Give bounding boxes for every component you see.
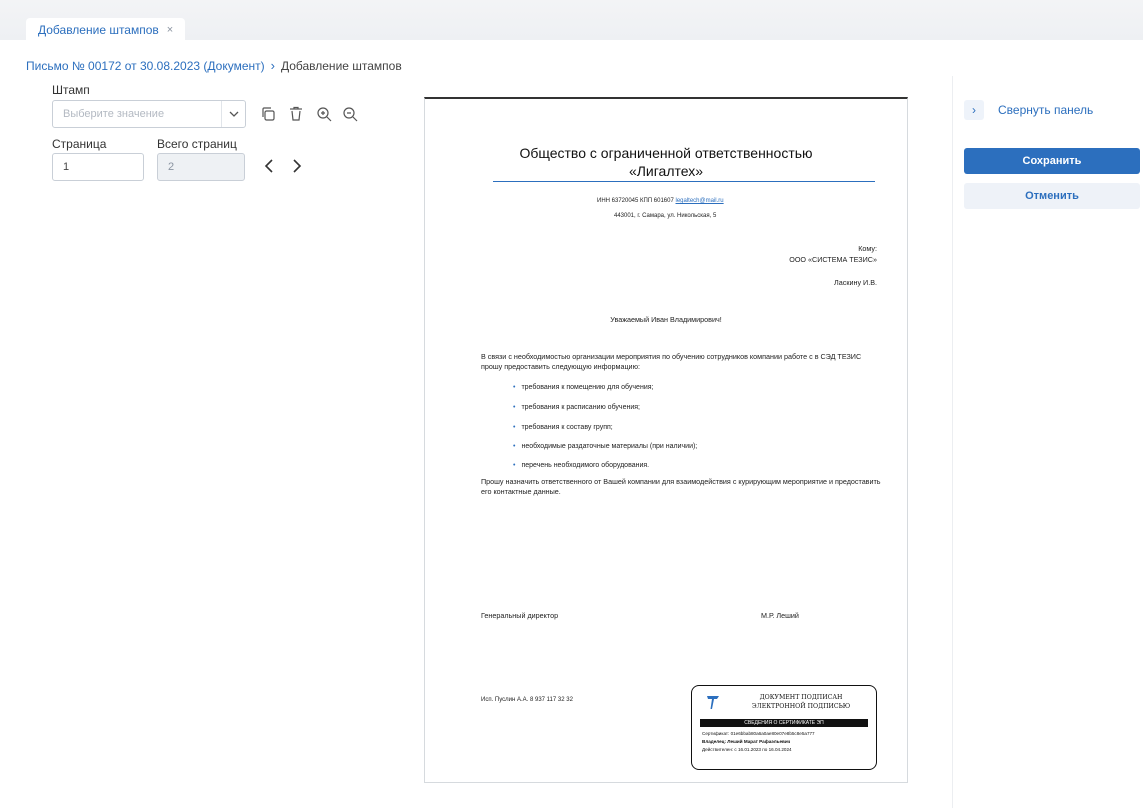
doc-title-line2: «Лигалтех»: [628, 163, 704, 179]
breadcrumb: Письмо № 00172 от 30.08.2023 (Документ) …: [26, 58, 402, 73]
stamp-owner: Владелец: Леший Марат Рафаэльевич: [702, 739, 791, 744]
stamp-certificate: Сертификат: 01e6bbab80a6a0ae80e07e8b5c8e…: [702, 731, 815, 736]
doc-to-person: Ласкину И.В.: [834, 278, 877, 287]
doc-signer: М.Р. Леший: [761, 611, 799, 620]
list-item: • требования к составу групп;: [513, 424, 613, 431]
list-item: • требования к помещению для обучения;: [513, 384, 654, 391]
doc-intro: В связи с необходимостью организации мер…: [481, 352, 862, 371]
doc-requisites: ИНН 63720045 КПП 601607 legaltech@mail.r…: [597, 198, 724, 204]
doc-position: Генеральный директор: [481, 611, 559, 620]
chevron-down-icon[interactable]: [221, 101, 245, 127]
stamp-field-label: Штамп: [52, 83, 90, 97]
cancel-button[interactable]: Отменить: [964, 183, 1140, 209]
document-preview[interactable]: Общество с ограниченной ответственностью…: [424, 97, 908, 783]
list-item-text: перечень необходимого оборудования.: [521, 462, 650, 469]
chevron-right-icon: ›: [964, 100, 984, 120]
stamp-title-line1: ДОКУМЕНТ ПОДПИСАН: [759, 694, 843, 701]
breadcrumb-current: Добавление штампов: [280, 58, 402, 73]
list-item: • требования к расписанию обучения;: [513, 404, 640, 411]
signature-stamp[interactable]: ДОКУМЕНТ ПОДПИСАН ЭЛЕКТРОННОЙ ПОДПИСЬЮ С…: [691, 685, 877, 770]
tab-label: Добавление штампов: [38, 23, 159, 37]
page-input[interactable]: 1: [52, 153, 144, 181]
doc-greeting: Уважаемый Иван Владимирович!: [610, 315, 722, 324]
chevron-left-icon[interactable]: [259, 154, 279, 178]
total-pages-field: 2: [157, 153, 245, 181]
zoom-in-icon[interactable]: [314, 104, 334, 124]
doc-to-org: ООО «СИСТЕМА ТЕЗИС»: [789, 255, 877, 264]
trash-icon[interactable]: [286, 104, 306, 124]
list-item: • необходимые раздаточные материалы (при …: [513, 443, 698, 450]
stamp-select-placeholder: Выберите значение: [63, 108, 165, 120]
chevron-right-icon: ›: [270, 58, 275, 73]
doc-executor: Исп. Пуслин А.А. 8 937 117 32 32: [481, 697, 573, 703]
doc-request: Прошу назначить ответственного от Вашей …: [481, 477, 881, 496]
zoom-out-icon[interactable]: [340, 104, 360, 124]
list-item-text: необходимые раздаточные материалы (при н…: [521, 443, 698, 450]
stamp-validity: Действителен: с 16.01.2023 по 16.04.2024: [702, 747, 792, 752]
copy-icon[interactable]: [258, 104, 278, 124]
tab-bar: Добавление штампов ×: [0, 0, 1143, 42]
doc-email-link[interactable]: legaltech@mail.ru: [676, 198, 724, 204]
list-item-text: требования к помещению для обучения;: [521, 384, 654, 391]
doc-address: 443001, г. Самара, ул. Никольская, 5: [614, 213, 717, 219]
stamp-title: ДОКУМЕНТ ПОДПИСАН ЭЛЕКТРОННОЙ ПОДПИСЬЮ: [734, 693, 868, 711]
collapse-panel-label: Свернуть панель: [998, 103, 1094, 117]
stamp-logo-icon: [707, 696, 719, 709]
doc-to-label: Кому:: [858, 244, 877, 253]
save-button[interactable]: Сохранить: [964, 148, 1140, 174]
breadcrumb-parent-link[interactable]: Письмо № 00172 от 30.08.2023 (Документ): [26, 59, 265, 73]
total-pages-label: Всего страниц: [157, 137, 237, 151]
stamp-title-line2: ЭЛЕКТРОННОЙ ПОДПИСЬЮ: [751, 703, 851, 710]
page-field-label: Страница: [52, 137, 107, 151]
panel-divider: [952, 76, 953, 808]
collapse-panel-button[interactable]: › Свернуть панель: [964, 100, 1093, 120]
stamp-select[interactable]: Выберите значение: [52, 100, 246, 128]
list-item-text: требования к составу групп;: [521, 424, 613, 431]
tab-add-stamps[interactable]: Добавление штампов ×: [26, 18, 186, 42]
doc-title-line1: Общество с ограниченной ответственностью: [519, 145, 813, 161]
doc-divider: [493, 181, 875, 182]
list-item: • перечень необходимого оборудования.: [513, 462, 650, 469]
stamp-bar: СВЕДЕНИЯ О СЕРТИФИКАТЕ ЭП: [700, 719, 868, 727]
list-item-text: требования к расписанию обучения;: [521, 404, 640, 411]
doc-requisites-text: ИНН 63720045 КПП 601607: [597, 198, 674, 204]
chevron-right-icon[interactable]: [287, 154, 307, 178]
close-icon[interactable]: ×: [167, 24, 173, 36]
